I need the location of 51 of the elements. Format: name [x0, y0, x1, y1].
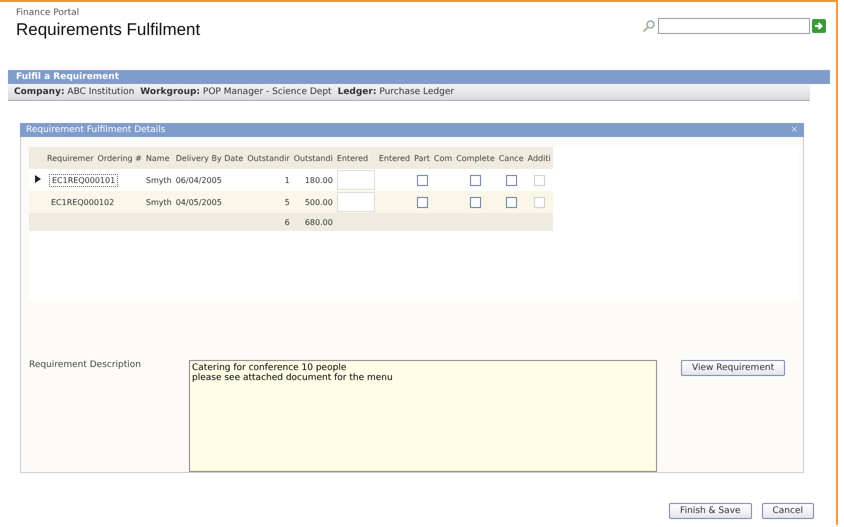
- table-cell: 5: [284, 198, 290, 206]
- panel-title: Requirement Fulfilment Details: [26, 125, 166, 135]
- info-bar: Company: ABC Institution Workgroup: POP Manager - Science Dept Ledger: Purchase Ledger: [8, 84, 810, 101]
- table-cell: 180.00: [304, 176, 333, 184]
- total-cell: 680.00: [304, 218, 333, 226]
- column-header: Additi: [526, 147, 553, 169]
- table-cell: Smyth: [146, 176, 172, 184]
- entered-field[interactable]: [336, 170, 375, 190]
- search-icon: [642, 19, 656, 33]
- complete-checkbox[interactable]: [470, 174, 481, 186]
- footer-button[interactable]: Cancel: [762, 503, 814, 519]
- additional-checkbox[interactable]: [534, 174, 545, 186]
- description-label: Requirement Description: [29, 360, 142, 370]
- column-header: Requiremer: [29, 147, 96, 169]
- cancel-checkbox[interactable]: [506, 196, 517, 208]
- description-field[interactable]: Catering for conference 10 people please see attached document for the menu: [189, 360, 657, 472]
- column-header: Ordering #: [96, 147, 144, 169]
- part-checkbox[interactable]: [416, 174, 428, 186]
- column-header: Entered: [376, 147, 412, 169]
- column-header: Part: [412, 147, 432, 169]
- column-header: Delivery By Date: [174, 147, 246, 169]
- search-field[interactable]: [658, 18, 810, 34]
- column-header: Outstandir: [245, 147, 292, 169]
- part-checkbox[interactable]: [416, 196, 428, 208]
- cancel-checkbox[interactable]: [506, 174, 517, 186]
- table-cell: 500.00: [304, 198, 333, 206]
- total-cell: 6: [284, 218, 290, 226]
- table-row[interactable]: EC1REQ000102 Smyth 04/05/2005 5 500.00: [29, 191, 553, 213]
- page-title: Requirements Fulfilment: [16, 20, 200, 40]
- additional-checkbox[interactable]: [534, 196, 545, 208]
- column-header: Entered: [334, 147, 377, 169]
- view-requirement-button[interactable]: View Requirement: [681, 360, 786, 376]
- table-cell: 04/05/2005: [176, 198, 222, 206]
- complete-checkbox[interactable]: [470, 196, 481, 208]
- table-cell: 06/04/2005: [176, 176, 222, 184]
- column-header: Complete: [454, 147, 497, 169]
- table-cell: 1: [284, 176, 290, 184]
- table-cell-text: EC1REQ000102: [50, 196, 116, 208]
- row-pointer-icon: [35, 175, 41, 183]
- table-cell: Smyth: [146, 198, 172, 206]
- table-row[interactable]: EC1REQ000101 Smyth 06/04/2005 1 180.00: [29, 169, 553, 191]
- column-header: Cance: [496, 147, 526, 169]
- column-header: Com: [432, 147, 454, 169]
- entered-field[interactable]: [336, 192, 375, 212]
- go-icon[interactable]: [812, 19, 826, 33]
- column-header: Outstandi: [292, 147, 335, 169]
- portal-name: Finance Portal: [16, 8, 80, 18]
- footer-button[interactable]: Finish & Save: [669, 503, 752, 519]
- table-cell: EC1REQ000101: [49, 174, 118, 186]
- column-header: Name: [144, 147, 174, 169]
- section-title: Fulfil a Requirement: [8, 70, 830, 84]
